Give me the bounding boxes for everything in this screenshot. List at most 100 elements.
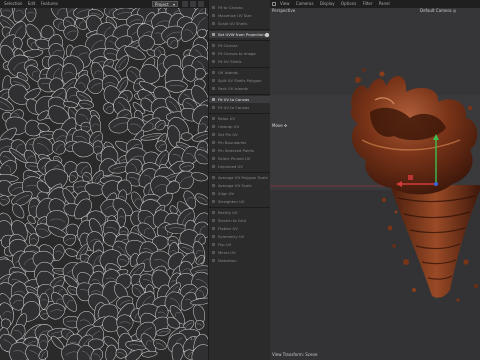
menu-item-label: Fit Canvas to Image [218, 51, 256, 56]
menu-item[interactable]: Flatten UV [209, 225, 271, 232]
chocolate-droplet [392, 244, 396, 248]
uv-islands[interactable] [0, 8, 208, 360]
uv-island[interactable] [194, 192, 208, 207]
uv-menu-edit[interactable]: Edit [28, 1, 36, 6]
menu-item-icon [212, 235, 215, 238]
uv-corner-label: 1,0 [190, 336, 197, 341]
menu-item[interactable]: Fit UV to Canvas [209, 104, 271, 111]
menu-item-icon [212, 44, 215, 47]
uv-island[interactable] [141, 350, 158, 358]
menu-item-icon [212, 149, 215, 152]
menu-item[interactable]: Average UV Scale [209, 182, 271, 189]
chocolate-droplet [387, 225, 393, 231]
uv-menu-features[interactable]: Features [41, 1, 58, 6]
uv-island[interactable] [39, 292, 49, 310]
menu-item[interactable]: Average UV Polygon Scale [209, 174, 271, 181]
menu-item-icon [212, 60, 215, 63]
menu-item-icon [212, 79, 215, 82]
uv-tool-icon-1[interactable] [182, 1, 188, 7]
menu-item[interactable]: Fit to Canvas [209, 4, 271, 11]
menu-item-icon [212, 14, 215, 17]
menu-item-icon [212, 141, 215, 144]
uv-menu-selection[interactable]: Selection [4, 1, 22, 6]
menu-item[interactable]: Fit Canvas to Image [209, 50, 271, 57]
3d-viewport[interactable]: View Cameras Display Options Filter Pane… [270, 0, 480, 360]
menu-item-label: Straighten UV [218, 199, 245, 204]
option-gear-icon[interactable] [265, 32, 269, 37]
menu-item-label: Fit to Canvas [218, 5, 243, 10]
menu-item[interactable]: Mirror UV [209, 249, 271, 256]
uv-tool-icon-3[interactable] [198, 1, 204, 7]
menu-item-label: Flip UV [218, 242, 232, 247]
menu-item-icon [212, 52, 215, 55]
menu-item-icon [212, 211, 215, 214]
menu-item-icon [212, 117, 215, 120]
chocolate-droplet [412, 288, 416, 292]
chocolate-droplet [474, 284, 478, 288]
chocolate-droplet [379, 71, 385, 77]
menu-item[interactable]: Flip UV [209, 241, 271, 248]
menu-item-label: Set Pin UV [218, 132, 238, 137]
menu-item-icon [212, 184, 215, 187]
menu-item[interactable]: Align UV [209, 190, 271, 197]
menu-item[interactable]: Pack UV Islands [209, 85, 271, 92]
chocolate-droplet [362, 68, 366, 72]
menu-item-label: Relax UV [218, 116, 236, 121]
menu-item[interactable]: Distortion [209, 257, 271, 264]
menu-item-icon [212, 227, 215, 230]
menu-item[interactable]: UV Islands [209, 69, 271, 76]
chocolate-droplet [463, 259, 469, 265]
menu-item-icon [212, 165, 215, 168]
menu-separator [209, 67, 271, 68]
viewport-status-label: View Transform: Scene [272, 352, 318, 357]
menu-item[interactable]: Fit Canvas [209, 42, 271, 49]
menu-item-label: Fit Canvas [218, 43, 238, 48]
menu-item-icon [212, 125, 215, 128]
menu-item-label: Unpinned UV [218, 164, 243, 169]
menu-item[interactable]: Fit UV Shells [209, 58, 271, 65]
menu-item[interactable]: Unpinned UV [209, 163, 271, 170]
menu-item[interactable]: Scale UV Shells [209, 20, 271, 27]
menu-item[interactable]: Fit UV to Canvas [209, 96, 271, 103]
menu-item[interactable]: Maximize UV Size [209, 12, 271, 19]
menu-item-icon [212, 176, 215, 179]
menu-item-icon [212, 71, 215, 74]
uv-island[interactable] [25, 8, 37, 23]
uv-tool-icon-2[interactable] [190, 1, 196, 7]
uv-island[interactable] [180, 132, 193, 141]
menu-item-label: Rectify UV [218, 210, 238, 215]
menu-item[interactable]: Set Pin UV [209, 131, 271, 138]
menu-item-icon [212, 22, 215, 25]
menu-item-icon [212, 200, 215, 203]
menu-item-label: Scale UV Shells [218, 21, 248, 26]
menu-item[interactable]: Relax UV [209, 115, 271, 122]
menu-item-label: Flatten UV [218, 226, 238, 231]
menu-item[interactable]: Pin Selected Points [209, 147, 271, 154]
menu-item[interactable]: Pin Boundaries [209, 139, 271, 146]
menu-separator [209, 113, 271, 114]
menu-item-icon [212, 157, 215, 160]
menu-item-label: Maximize UV Size [218, 13, 252, 18]
project-dropdown-value: Project [155, 2, 169, 7]
menu-item-label: Align UV [218, 191, 235, 196]
menu-item[interactable]: Stretch to Grid [209, 217, 271, 224]
menu-item[interactable]: Symmetry UV [209, 233, 271, 240]
menu-item[interactable]: Select Pinned UV [209, 155, 271, 162]
menu-item-icon [212, 33, 215, 36]
menu-item-label: Fit UV to Canvas [218, 105, 250, 110]
menu-item[interactable]: Set UVW from Projection [209, 31, 271, 38]
gizmo-z-handle [434, 182, 438, 186]
chocolate-cone-model[interactable] [270, 0, 480, 360]
menu-item[interactable]: Rectify UV [209, 209, 271, 216]
menu-item-icon [212, 133, 215, 136]
menu-item-label: Unwrap UV [218, 124, 240, 129]
menu-item-label: Mirror UV [218, 250, 236, 255]
menu-item-icon [212, 106, 215, 109]
menu-item-label: Pin Selected Points [218, 148, 254, 153]
project-dropdown[interactable]: Project ▾ [152, 1, 178, 7]
menu-item-icon [212, 251, 215, 254]
menu-item[interactable]: Split UV Shells Polygon [209, 77, 271, 84]
uv-canvas[interactable] [0, 8, 208, 360]
menu-item[interactable]: Unwrap UV [209, 123, 271, 130]
menu-item[interactable]: Straighten UV [209, 198, 271, 205]
